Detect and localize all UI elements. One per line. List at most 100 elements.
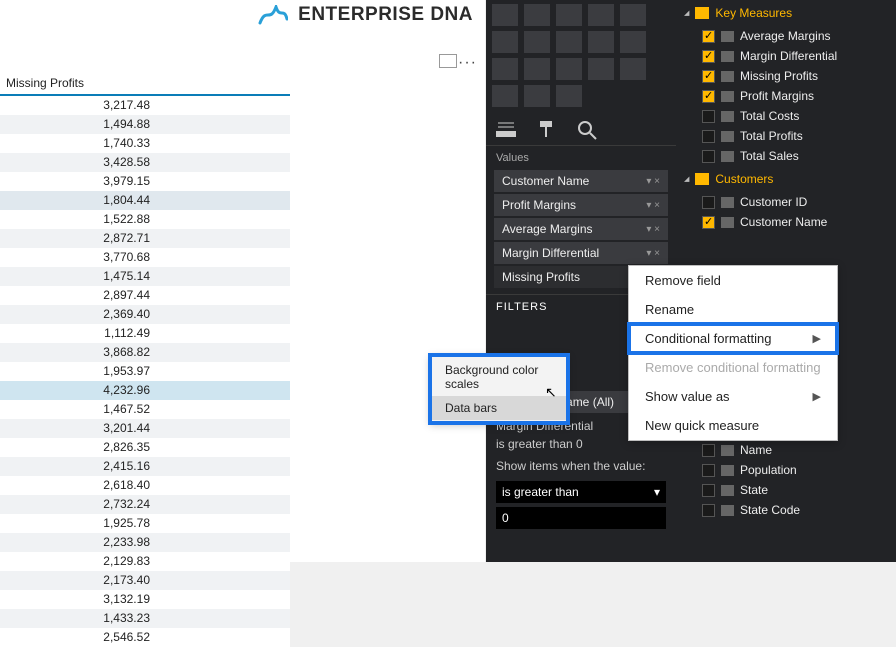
viz-type-icon[interactable] bbox=[492, 31, 518, 53]
table-row[interactable]: 1,953.97 bbox=[0, 362, 290, 381]
viz-type-icon[interactable] bbox=[524, 4, 550, 26]
table-row[interactable]: 3,770.68 bbox=[0, 248, 290, 267]
table-row[interactable]: 2,872.71 bbox=[0, 229, 290, 248]
value-field-pill[interactable]: Customer Name▾ × bbox=[494, 170, 668, 192]
table-row[interactable]: 2,415.16 bbox=[0, 457, 290, 476]
table-row[interactable]: 1,433.23 bbox=[0, 609, 290, 628]
table-row[interactable]: 3,217.48 bbox=[0, 96, 290, 115]
table-row[interactable]: 3,979.15 bbox=[0, 172, 290, 191]
field-item[interactable]: Total Profits bbox=[676, 126, 896, 146]
submenu-item[interactable]: Data bars bbox=[431, 396, 567, 420]
field-checkbox[interactable] bbox=[702, 444, 715, 457]
field-checkbox[interactable] bbox=[702, 216, 715, 229]
field-item[interactable]: Name bbox=[676, 440, 896, 460]
table-row[interactable]: 1,740.33 bbox=[0, 134, 290, 153]
viz-type-icon[interactable] bbox=[556, 58, 582, 80]
field-item[interactable]: Margin Differential bbox=[676, 46, 896, 66]
visual-more-options-icon[interactable]: ··· bbox=[458, 54, 477, 72]
table-row[interactable]: 3,428.58 bbox=[0, 153, 290, 172]
table-row[interactable]: 1,804.44 bbox=[0, 191, 290, 210]
viz-type-icon[interactable] bbox=[556, 4, 582, 26]
table-row[interactable]: 1,112.49 bbox=[0, 324, 290, 343]
value-field-pill[interactable]: Profit Margins▾ × bbox=[494, 194, 668, 216]
table-row[interactable]: 1,467.52 bbox=[0, 400, 290, 419]
column-header-missing-profits[interactable]: Missing Profits bbox=[0, 72, 290, 96]
value-field-pill[interactable]: Average Margins▾ × bbox=[494, 218, 668, 240]
table-row[interactable]: 2,897.44 bbox=[0, 286, 290, 305]
context-menu-item[interactable]: Show value as▶ bbox=[629, 382, 837, 411]
table-row[interactable]: 3,132.19 bbox=[0, 590, 290, 609]
viz-type-icon[interactable] bbox=[492, 85, 518, 107]
field-item[interactable]: Average Margins bbox=[676, 26, 896, 46]
viz-type-icon[interactable] bbox=[556, 31, 582, 53]
table-row[interactable]: 4,232.96 bbox=[0, 381, 290, 400]
context-menu-item[interactable]: Rename bbox=[629, 295, 837, 324]
fields-well-icon[interactable] bbox=[496, 119, 518, 141]
filter-operator-dropdown[interactable]: is greater than▾ bbox=[496, 481, 666, 503]
context-menu-item[interactable]: New quick measure bbox=[629, 411, 837, 440]
field-item[interactable]: Missing Profits bbox=[676, 66, 896, 86]
report-canvas: ENTERPRISE DNA ··· Missing Profits 3,217… bbox=[0, 0, 485, 562]
viz-type-icon[interactable] bbox=[492, 58, 518, 80]
field-checkbox[interactable] bbox=[702, 484, 715, 497]
table-row[interactable]: 2,826.35 bbox=[0, 438, 290, 457]
field-item[interactable]: State Code bbox=[676, 500, 896, 520]
field-item[interactable]: Population bbox=[676, 460, 896, 480]
field-checkbox[interactable] bbox=[702, 130, 715, 143]
viz-type-icon[interactable] bbox=[524, 31, 550, 53]
table-header-customers[interactable]: Customers bbox=[676, 166, 896, 192]
table-row[interactable]: 2,233.98 bbox=[0, 533, 290, 552]
table-row[interactable]: 1,925.78 bbox=[0, 514, 290, 533]
field-item[interactable]: Profit Margins bbox=[676, 86, 896, 106]
pill-dropdown-icon[interactable]: ▾ × bbox=[646, 224, 660, 235]
field-checkbox[interactable] bbox=[702, 196, 715, 209]
field-item[interactable]: State bbox=[676, 480, 896, 500]
context-menu-item[interactable]: Conditional formatting▶ bbox=[629, 324, 837, 353]
table-row[interactable]: 2,369.40 bbox=[0, 305, 290, 324]
table-row[interactable]: 2,173.40 bbox=[0, 571, 290, 590]
viz-type-icon[interactable] bbox=[492, 4, 518, 26]
field-checkbox[interactable] bbox=[702, 504, 715, 517]
field-item[interactable]: Customer ID bbox=[676, 192, 896, 212]
field-checkbox[interactable] bbox=[702, 110, 715, 123]
analytics-magnifier-icon[interactable] bbox=[576, 119, 598, 141]
submenu-item[interactable]: Background color scales bbox=[431, 358, 567, 396]
field-checkbox[interactable] bbox=[702, 150, 715, 163]
table-row[interactable]: 3,201.44 bbox=[0, 419, 290, 438]
viz-type-icon[interactable] bbox=[620, 58, 646, 80]
viz-type-icon[interactable] bbox=[524, 58, 550, 80]
field-checkbox[interactable] bbox=[702, 30, 715, 43]
focus-mode-icon[interactable] bbox=[439, 54, 457, 68]
table-row[interactable]: 2,618.40 bbox=[0, 476, 290, 495]
table-row[interactable]: 1,522.88 bbox=[0, 210, 290, 229]
table-row[interactable]: 3,868.82 bbox=[0, 343, 290, 362]
table-row[interactable]: 2,732.24 bbox=[0, 495, 290, 514]
pill-dropdown-icon[interactable]: ▾ × bbox=[646, 176, 660, 187]
field-checkbox[interactable] bbox=[702, 70, 715, 83]
viz-type-icon[interactable] bbox=[620, 31, 646, 53]
table-row[interactable]: 1,494.88 bbox=[0, 115, 290, 134]
table-header-key-measures[interactable]: Key Measures bbox=[676, 0, 896, 26]
table-visual[interactable]: Missing Profits 3,217.481,494.881,740.33… bbox=[0, 72, 290, 562]
field-checkbox[interactable] bbox=[702, 90, 715, 103]
format-paintroller-icon[interactable] bbox=[536, 119, 558, 141]
value-field-pill[interactable]: Margin Differential▾ × bbox=[494, 242, 668, 264]
field-item[interactable]: Total Sales bbox=[676, 146, 896, 166]
viz-type-icon[interactable] bbox=[524, 85, 550, 107]
table-row[interactable]: 2,546.52 bbox=[0, 628, 290, 647]
field-checkbox[interactable] bbox=[702, 50, 715, 63]
viz-type-icon[interactable] bbox=[588, 58, 614, 80]
filter-value-input[interactable]: 0 bbox=[496, 507, 666, 529]
viz-type-icon[interactable] bbox=[588, 4, 614, 26]
pill-dropdown-icon[interactable]: ▾ × bbox=[646, 248, 660, 259]
viz-type-icon[interactable] bbox=[588, 31, 614, 53]
table-row[interactable]: 1,475.14 bbox=[0, 267, 290, 286]
field-item[interactable]: Customer Name bbox=[676, 212, 896, 232]
field-checkbox[interactable] bbox=[702, 464, 715, 477]
pill-dropdown-icon[interactable]: ▾ × bbox=[646, 200, 660, 211]
visual-header-icons[interactable] bbox=[435, 54, 457, 71]
viz-type-icon[interactable] bbox=[556, 85, 582, 107]
viz-type-icon[interactable] bbox=[620, 4, 646, 26]
field-item[interactable]: Total Costs bbox=[676, 106, 896, 126]
context-menu-item[interactable]: Remove field bbox=[629, 266, 837, 295]
